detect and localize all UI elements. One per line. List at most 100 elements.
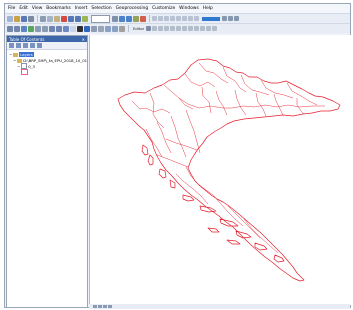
list-by-source-icon[interactable] (16, 43, 21, 48)
layers-node[interactable]: − Layers (9, 52, 34, 57)
hyperlink-icon[interactable] (105, 25, 111, 32)
sketch-tool-icon[interactable] (152, 26, 158, 31)
disabled-tool-icon[interactable] (164, 16, 169, 21)
disabled-tool-icon[interactable] (188, 26, 194, 31)
tools-toolbar: Editor (5, 23, 350, 33)
identify-icon[interactable] (84, 25, 90, 32)
layout-view-icon[interactable] (98, 305, 102, 308)
effects-icon[interactable] (234, 16, 239, 21)
disabled-tool-icon[interactable] (200, 26, 206, 31)
menu-windows[interactable]: Windows (179, 6, 199, 11)
html-popup-icon[interactable] (112, 25, 118, 32)
disabled-tool-icon[interactable] (164, 26, 170, 31)
island-3 (158, 168, 167, 179)
clear-selection-icon[interactable] (70, 25, 76, 32)
list-by-drawing-order-icon[interactable] (9, 43, 14, 48)
disabled-tool-icon[interactable] (158, 16, 163, 21)
region-boundary (240, 74, 270, 96)
redo-icon[interactable] (75, 15, 81, 22)
menu-selection[interactable]: Selection (91, 6, 111, 11)
disabled-tool-icon[interactable] (182, 16, 187, 21)
map-scale-field[interactable] (91, 14, 110, 23)
expand-minus-icon[interactable]: − (17, 64, 20, 69)
save-icon[interactable] (21, 15, 27, 22)
menu-insert[interactable]: Insert (75, 6, 88, 11)
region-boundary (149, 92, 165, 129)
effects-icon[interactable] (228, 16, 233, 21)
disabled-tool-icon[interactable] (182, 26, 188, 31)
menu-customize[interactable]: Customize (152, 6, 175, 11)
map-canvas (117, 58, 341, 282)
add-data-icon[interactable] (82, 15, 88, 22)
forward-extent-icon[interactable] (56, 25, 62, 32)
copy-icon[interactable] (47, 15, 53, 22)
arcmap-window: File Edit View Bookmarks Insert Selectio… (4, 3, 351, 309)
menu-file[interactable]: File (8, 6, 15, 11)
delete-icon[interactable] (61, 15, 67, 22)
find-icon[interactable] (91, 25, 97, 32)
menu-help[interactable]: Help (203, 6, 213, 11)
options-icon[interactable] (37, 43, 42, 48)
expand-minus-icon[interactable]: − (9, 52, 12, 57)
island-9 (254, 242, 268, 251)
catalog-icon[interactable] (126, 15, 132, 22)
back-extent-icon[interactable] (49, 25, 55, 32)
disabled-tool-icon[interactable] (176, 26, 182, 31)
data-view-icon[interactable] (93, 305, 97, 308)
disabled-tool-icon[interactable] (170, 26, 176, 31)
editor-toolbar-icon[interactable] (112, 15, 118, 22)
pause-drawing-icon[interactable] (108, 305, 112, 308)
disabled-tool-icon[interactable] (194, 16, 199, 21)
cut-icon[interactable] (40, 15, 46, 22)
disabled-tool-icon[interactable] (194, 26, 200, 31)
island-11 (207, 227, 220, 233)
menu-edit[interactable]: Edit (19, 6, 28, 11)
list-by-selection-icon[interactable] (30, 43, 35, 48)
disabled-tool-icon[interactable] (206, 26, 212, 31)
island-1 (141, 144, 149, 156)
arctoolbox-icon[interactable] (140, 15, 146, 22)
time-slider-icon[interactable] (119, 25, 125, 32)
disabled-tool-icon[interactable] (170, 16, 175, 21)
map-view[interactable] (89, 35, 351, 305)
table-of-contents-icon[interactable] (119, 15, 125, 22)
paste-icon[interactable] (54, 15, 60, 22)
disabled-tool-icon[interactable] (158, 26, 164, 31)
island-2 (147, 154, 154, 166)
menu-geoprocessing[interactable]: Geoprocessing (116, 6, 148, 11)
zoom-in-icon[interactable] (7, 25, 13, 32)
disabled-tool-icon[interactable] (152, 16, 157, 21)
measure-icon[interactable] (98, 25, 104, 32)
new-map-icon[interactable] (7, 15, 13, 22)
transparency-slider[interactable] (202, 16, 220, 21)
list-by-visibility-icon[interactable] (23, 43, 28, 48)
toc-close-icon[interactable]: ✕ (82, 37, 85, 42)
disabled-tool-icon[interactable] (188, 16, 193, 21)
toc-toolbar (7, 42, 87, 50)
effects-icon[interactable] (222, 16, 227, 21)
select-elements-icon[interactable] (77, 25, 83, 32)
region-boundary (184, 73, 216, 88)
select-features-icon[interactable] (63, 25, 69, 32)
full-extent-icon[interactable] (28, 25, 34, 32)
edit-tool-icon[interactable] (146, 26, 152, 31)
fixed-zoom-in-icon[interactable] (35, 25, 41, 32)
menu-bookmarks[interactable]: Bookmarks (46, 6, 71, 11)
menu-view[interactable]: View (32, 6, 42, 11)
island-10 (273, 254, 285, 263)
zoom-out-icon[interactable] (14, 25, 20, 32)
disabled-tool-icon[interactable] (212, 26, 218, 31)
refresh-icon[interactable] (103, 305, 107, 308)
search-icon[interactable] (133, 15, 139, 22)
editor-menu[interactable]: Editor (133, 26, 144, 31)
open-icon[interactable] (14, 15, 20, 22)
region-boundary (255, 92, 267, 117)
fixed-zoom-out-icon[interactable] (42, 25, 48, 32)
print-icon[interactable] (28, 15, 34, 22)
region-boundary (163, 84, 194, 110)
undo-icon[interactable] (68, 15, 74, 22)
expand-minus-icon[interactable]: − (13, 58, 16, 63)
disabled-tool-icon[interactable] (176, 16, 181, 21)
region-boundary (201, 86, 212, 114)
pan-icon[interactable] (21, 25, 27, 32)
